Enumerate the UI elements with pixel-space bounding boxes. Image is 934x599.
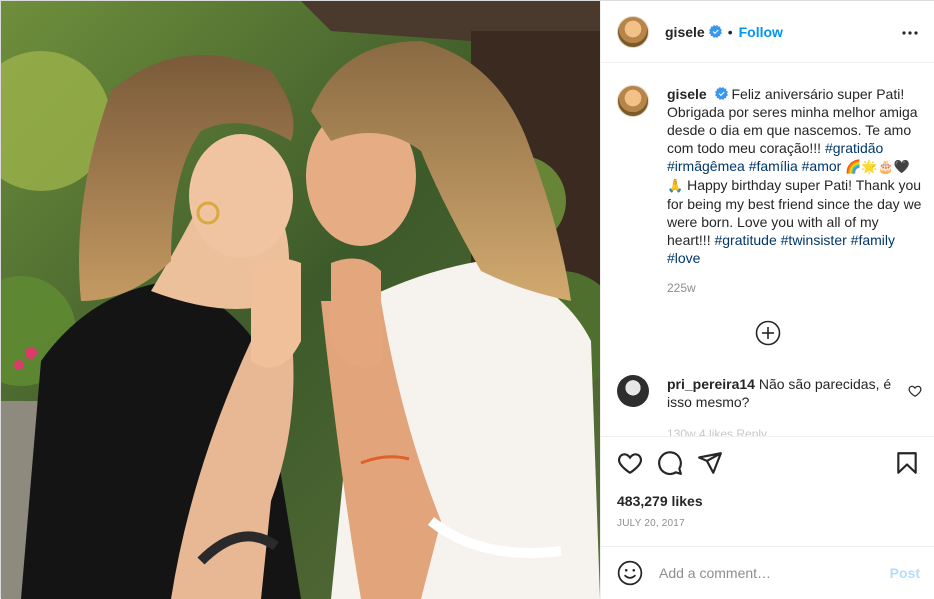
comment-input[interactable] — [659, 565, 879, 581]
post-header: gisele • Follow — [601, 1, 934, 63]
pray-emoji: 🙏 — [667, 178, 684, 193]
photo-illustration — [1, 1, 600, 599]
comment-text: pri_pereira14 Não são parecidas, é isso … — [667, 375, 897, 411]
comment-meta-faded: 130w 4 likes Reply — [667, 427, 768, 436]
hashtag-link[interactable]: #amor — [802, 158, 842, 174]
header-separator: • — [727, 23, 733, 40]
hashtag-link[interactable]: #irmãgêmea — [667, 158, 745, 174]
commenter-avatar[interactable] — [617, 375, 649, 407]
caption-author-avatar[interactable] — [617, 85, 649, 117]
hashtag-link[interactable]: #family — [851, 232, 895, 248]
verified-badge-icon — [714, 87, 728, 100]
comment-like-heart-icon[interactable] — [908, 384, 922, 398]
add-comment-bar: Post — [601, 546, 934, 599]
follow-button[interactable]: Follow — [739, 24, 783, 40]
hashtag-link[interactable]: #twinsister — [781, 232, 847, 248]
action-bar — [601, 436, 934, 488]
comment-item: pri_pereira14 Não são parecidas, é isso … — [617, 375, 922, 411]
load-more-comments-icon[interactable] — [755, 320, 781, 346]
post-date[interactable]: JULY 20, 2017 — [617, 518, 685, 529]
hashtag-link[interactable]: #família — [749, 158, 798, 174]
heart-icon[interactable] — [617, 450, 643, 476]
more-options-icon[interactable] — [898, 21, 922, 45]
caption-time-ago[interactable]: 225w — [667, 281, 696, 295]
paper-plane-icon[interactable] — [697, 450, 723, 476]
instagram-post: gisele • Follow gisele Feliz aniversário… — [0, 0, 934, 599]
caption-row: gisele Feliz aniversário super Pati! Obr… — [617, 85, 922, 267]
hashtag-link[interactable]: #gratitude — [714, 232, 776, 248]
commenter-username[interactable]: pri_pereira14 — [667, 376, 755, 392]
author-avatar[interactable] — [617, 15, 649, 48]
emoji-smile-icon[interactable] — [617, 560, 643, 586]
hashtag-link[interactable]: #love — [667, 250, 700, 266]
likes-count[interactable]: 483,279 likes — [617, 493, 703, 509]
comments-section: gisele Feliz aniversário super Pati! Obr… — [601, 63, 934, 436]
caption-username[interactable]: gisele — [667, 86, 707, 102]
post-comment-button[interactable]: Post — [890, 565, 920, 581]
post-photo[interactable] — [1, 1, 600, 599]
hashtag-link[interactable]: #gratidão — [825, 140, 883, 156]
author-username[interactable]: gisele — [665, 24, 705, 40]
post-side-panel: gisele • Follow gisele Feliz aniversário… — [600, 1, 934, 599]
verified-badge-icon — [708, 25, 722, 38]
caption-text: gisele Feliz aniversário super Pati! Obr… — [667, 85, 922, 267]
caption-emojis: 🌈🌟🎂🖤 — [845, 159, 910, 174]
comment-bubble-icon[interactable] — [657, 450, 683, 476]
bookmark-icon[interactable] — [894, 450, 920, 476]
